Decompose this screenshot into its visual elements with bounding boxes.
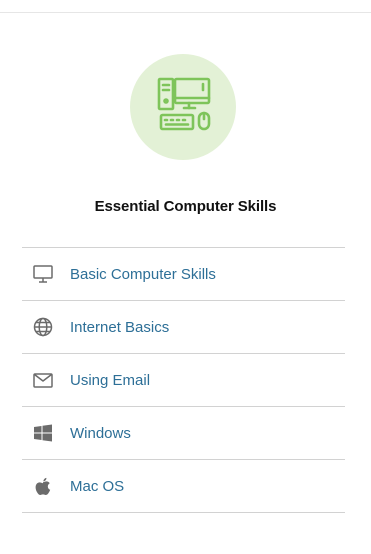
menu-item-mac-os[interactable]: Mac OS bbox=[22, 460, 345, 513]
page-title: Essential Computer Skills bbox=[94, 198, 277, 215]
monitor-icon bbox=[32, 263, 54, 285]
menu-item-windows[interactable]: Windows bbox=[22, 407, 345, 460]
hero-badge bbox=[130, 54, 236, 160]
apple-logo-icon bbox=[32, 475, 54, 497]
menu-item-label: Basic Computer Skills bbox=[70, 265, 216, 283]
menu-item-label: Mac OS bbox=[70, 477, 125, 495]
computer-desktop-icon bbox=[151, 73, 215, 142]
windows-logo-icon bbox=[32, 422, 54, 444]
menu-item-using-email[interactable]: Using Email bbox=[22, 354, 345, 407]
top-divider bbox=[0, 12, 371, 13]
menu-item-label: Internet Basics bbox=[70, 318, 170, 336]
topic-menu: Basic Computer Skills Internet Basics Us… bbox=[22, 247, 345, 513]
envelope-icon bbox=[32, 369, 54, 391]
menu-item-label: Windows bbox=[70, 424, 131, 442]
menu-item-internet-basics[interactable]: Internet Basics bbox=[22, 301, 345, 354]
menu-item-basic-computer-skills[interactable]: Basic Computer Skills bbox=[22, 248, 345, 301]
globe-icon bbox=[32, 316, 54, 338]
menu-item-label: Using Email bbox=[70, 371, 151, 389]
